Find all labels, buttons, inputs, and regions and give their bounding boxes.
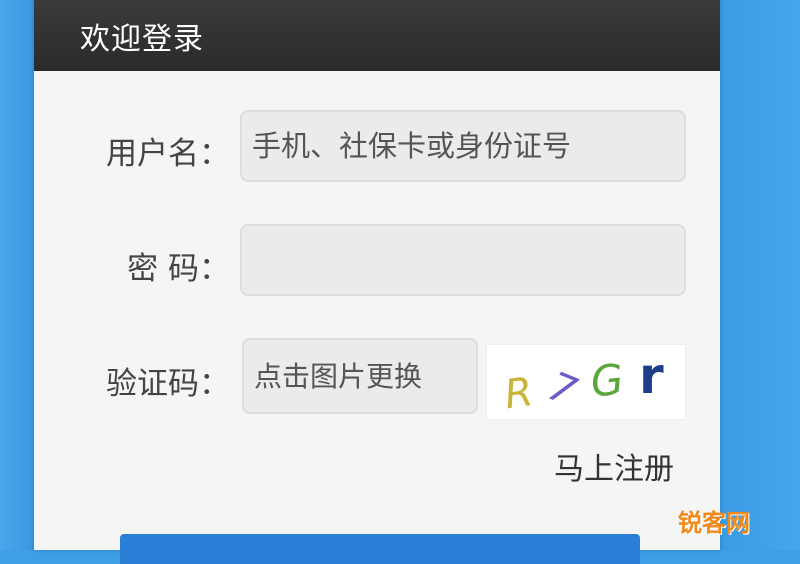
svg-text:r: r [639,347,664,405]
watermark-logo: 锐客网 [678,509,750,537]
page-title: 欢迎登录 [80,22,204,57]
login-button[interactable] [120,534,640,564]
password-input[interactable] [240,224,686,296]
captcha-input[interactable] [242,338,478,414]
captcha-image[interactable]: R 7 G r [486,344,686,420]
svg-text:R: R [502,369,536,418]
username-label: 用户名： [106,136,230,172]
panel-header: 欢迎登录 [34,0,720,71]
page-background-right [720,0,800,550]
login-panel: 欢迎登录 用户名： 密 码： 验证码： R 7 G r 马上注册 [34,0,720,564]
username-input[interactable] [240,110,686,182]
captcha-label: 验证码： [106,366,230,402]
svg-text:G: G [588,354,625,406]
register-link[interactable]: 马上注册 [554,444,674,488]
svg-text:7: 7 [542,364,583,416]
password-label: 密 码： [127,251,230,287]
page-background-left [0,0,34,550]
captcha-graphic: R 7 G r [502,347,664,418]
